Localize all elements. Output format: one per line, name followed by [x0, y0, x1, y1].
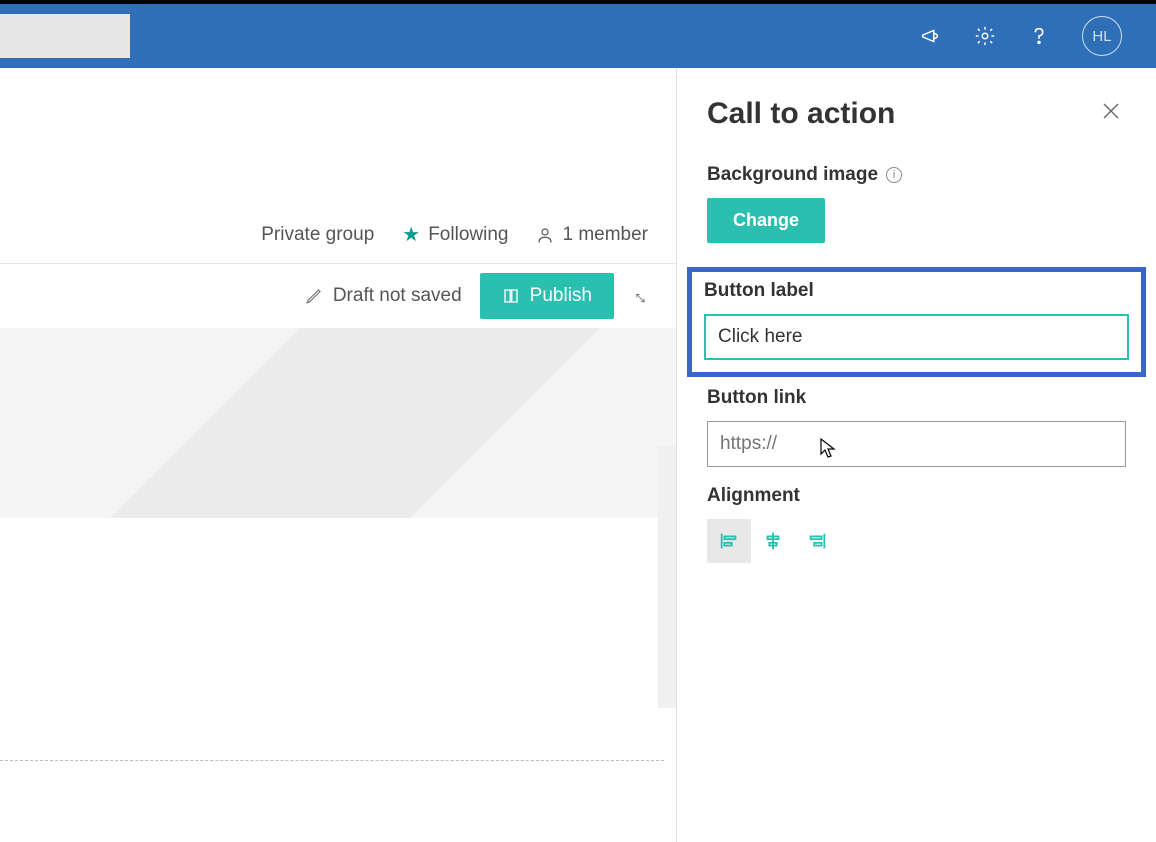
align-center-icon: [762, 530, 784, 552]
button-label-label: Button label: [704, 280, 1129, 302]
avatar-initials: HL: [1092, 28, 1111, 45]
scrollbar[interactable]: [658, 446, 676, 708]
page-toolbar: Draft not saved Publish ↔: [0, 264, 676, 328]
info-icon[interactable]: i: [886, 167, 902, 183]
draft-status-text: Draft not saved: [333, 285, 462, 307]
panel-title: Call to action: [707, 97, 895, 131]
align-left-button[interactable]: [707, 519, 751, 563]
button-link-input[interactable]: [707, 421, 1126, 467]
highlighted-field: Button label: [687, 267, 1146, 377]
publish-label: Publish: [530, 285, 592, 307]
members-label: 1 member: [562, 224, 648, 246]
alignment-options: [707, 519, 1126, 563]
change-label: Change: [733, 210, 799, 230]
star-icon: ★: [402, 222, 420, 247]
gear-icon[interactable]: [974, 25, 996, 47]
background-image-label: Background image: [707, 164, 878, 186]
megaphone-icon[interactable]: [920, 25, 942, 47]
draft-status: Draft not saved: [305, 285, 462, 307]
members-count[interactable]: 1 member: [536, 224, 648, 246]
property-panel: Call to action Background image i Change…: [676, 68, 1156, 842]
close-icon[interactable]: [1096, 96, 1126, 132]
canvas-content[interactable]: ▴: [0, 328, 676, 708]
group-info-row: Private group ★ Following 1 member: [0, 206, 676, 264]
button-label-input[interactable]: [704, 314, 1129, 360]
group-privacy: Private group: [261, 224, 374, 246]
section-divider: [0, 760, 664, 761]
background-image-preview: [0, 328, 676, 518]
align-right-button[interactable]: [795, 519, 839, 563]
publish-button[interactable]: Publish: [480, 273, 614, 319]
page-canvas: Private group ★ Following 1 member Draft…: [0, 68, 676, 842]
following-toggle[interactable]: ★ Following: [402, 222, 508, 247]
align-right-icon: [806, 530, 828, 552]
expand-icon[interactable]: ↔: [627, 281, 657, 311]
app-launcher-placeholder[interactable]: [0, 14, 130, 58]
avatar[interactable]: HL: [1082, 16, 1122, 56]
book-icon: [502, 287, 520, 305]
align-center-button[interactable]: [751, 519, 795, 563]
alignment-label: Alignment: [707, 485, 800, 507]
pencil-icon: [305, 287, 323, 305]
person-icon: [536, 226, 554, 244]
button-link-label: Button link: [707, 387, 1126, 409]
align-left-icon: [718, 530, 740, 552]
change-button[interactable]: Change: [707, 198, 825, 243]
app-topbar: HL: [0, 4, 1156, 68]
help-icon[interactable]: [1028, 25, 1050, 47]
following-label: Following: [428, 224, 508, 246]
